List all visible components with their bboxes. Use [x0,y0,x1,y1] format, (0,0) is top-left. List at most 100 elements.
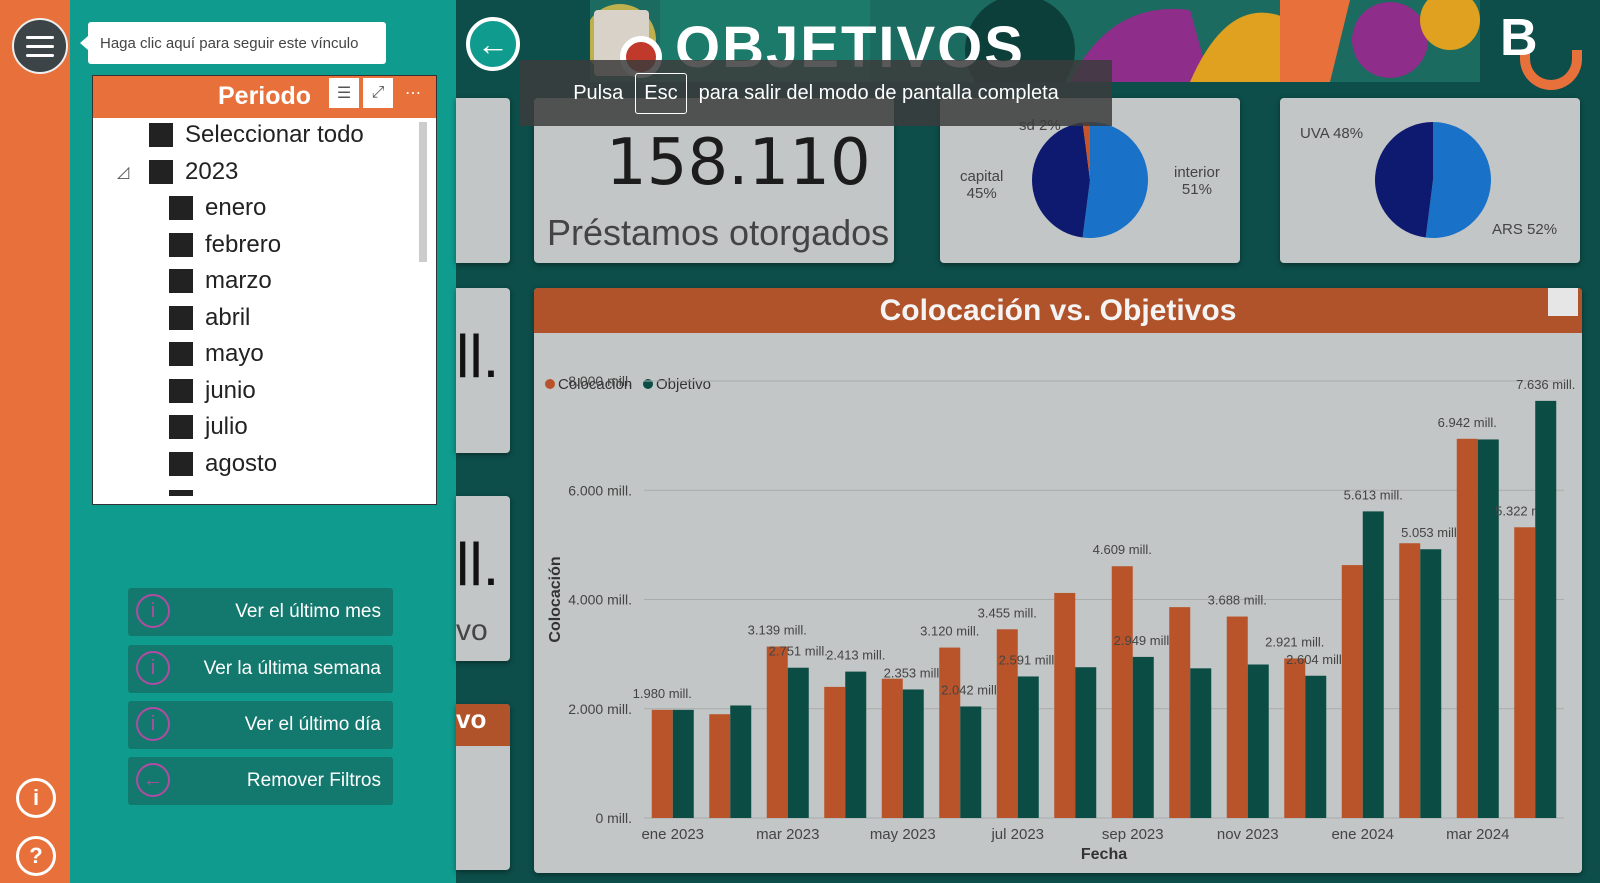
bar-objetivo[interactable] [845,671,867,818]
remove-filters-button[interactable]: ← Remover Filtros [128,757,393,805]
bar-colocacin[interactable] [1111,566,1133,818]
bar-colocacin[interactable] [824,686,846,818]
bar-objetivo[interactable] [787,667,809,818]
bar-objetivo[interactable] [1190,668,1212,818]
bar-objetivo[interactable] [960,706,982,818]
slicer-item-2023[interactable]: 2023 [149,158,238,186]
pie-slice-UVA[interactable] [1374,122,1433,238]
data-label: 2.921 mill. [1265,634,1324,649]
last-week-button[interactable]: i Ver la última semana [128,645,393,693]
hamburger-line [26,53,54,57]
x-tick-label: jul 2023 [990,826,1044,843]
bar-colocacin[interactable] [651,709,673,818]
bar-objetivo[interactable] [1247,664,1269,818]
slicer-item-label: febrero [205,231,282,258]
checkbox[interactable] [169,269,193,293]
filter-icon[interactable]: ☰ [329,78,359,108]
info-icon: i [136,594,170,628]
back-arrow-icon: ← [136,763,170,797]
region-pie-chart [1032,122,1148,238]
partial-card-1 [456,98,510,263]
pie-slice-capital[interactable] [1032,122,1090,238]
partial-card-4: vo [456,704,510,870]
bar-objetivo[interactable] [1017,676,1039,818]
info-icon[interactable]: i [16,778,56,818]
legend-marker [545,379,555,389]
bar-colocacin[interactable] [1399,543,1421,818]
bar-objetivo[interactable] [1420,549,1442,818]
currency-pie-chart [1374,122,1491,238]
bar-colocacin[interactable] [1284,658,1306,818]
slicer-scrollbar[interactable] [419,122,427,262]
data-label: 1.980 mill. [633,686,692,701]
last-day-button[interactable]: i Ver el último día [128,701,393,749]
notice-text-before: Pulsa [573,81,624,104]
checkbox[interactable] [149,123,173,147]
checkbox[interactable] [169,452,193,476]
button-label: Ver la última semana [203,658,381,679]
slicer-item-enero[interactable]: enero [169,194,266,222]
bar-colocacin[interactable] [1054,592,1076,818]
checkbox[interactable] [169,415,193,439]
bar-objetivo[interactable] [1362,511,1384,818]
pie-slice-interior[interactable] [1082,122,1148,238]
pie-label-pct: 45% [966,185,997,202]
bar-colocacin[interactable] [766,646,788,818]
menu-button[interactable] [12,18,68,74]
slicer-item-julio[interactable]: julio [169,413,248,441]
more-options-icon[interactable]: ⋯ [398,78,428,108]
bar-colocacin[interactable] [709,714,731,818]
partial-card-3: ll. vo [456,496,510,661]
data-label: 3.120 mill. [920,624,979,639]
bar-colocacin[interactable] [1169,607,1191,818]
checkbox[interactable] [169,233,193,257]
back-arrow-icon: ← [477,25,509,62]
checkbox[interactable] [169,306,193,330]
data-label: 4.609 mill. [1093,542,1152,557]
x-tick-label: ene 2024 [1331,826,1394,843]
checkbox[interactable] [169,196,193,220]
slicer-item-marzo[interactable]: marzo [169,267,272,295]
data-label: 5.053 mill. [1401,525,1460,540]
bar-colocacin[interactable] [1226,616,1248,818]
pie-label-pct: 51% [1181,181,1212,198]
data-label: 3.139 mill. [748,623,807,638]
bar-objetivo[interactable] [902,689,924,818]
help-icon[interactable]: ? [16,836,56,876]
chart-focus-icon[interactable] [1548,288,1578,316]
slicer-item-abril[interactable]: abril [169,304,250,332]
slicer-item-label: 2023 [185,158,239,185]
pie-label-ars: ARS 52% [1492,221,1558,238]
slicer-item-agosto[interactable]: agosto [169,450,277,478]
x-tick-label: sep 2023 [1102,826,1164,843]
bar-chart: Colocación Objetivo 0 mill. 2.000 mill. 4.00… [545,373,1575,863]
bar-colocacin[interactable] [939,647,961,818]
bar-objetivo[interactable] [1305,675,1327,818]
collapse-icon[interactable]: ◿ [117,162,129,182]
bar-colocacin[interactable] [1341,565,1363,818]
bar-colocacin[interactable] [1514,527,1536,818]
checkbox[interactable] [169,379,193,403]
bar-objetivo[interactable] [1075,667,1097,818]
bar-objetivo[interactable] [672,709,694,818]
bar-objetivo[interactable] [1477,439,1499,818]
chart-title: Colocación vs. Objetivos [879,294,1237,327]
bar-objetivo[interactable] [1535,400,1557,818]
checkbox[interactable] [169,342,193,366]
slicer-item-select-all[interactable]: Seleccionar todo [149,121,364,149]
slicer-item-mayo[interactable]: mayo [169,340,264,368]
slicer-item-junio[interactable]: junio [169,377,256,405]
brand-logo: B [1500,9,1538,67]
bar-colocacin[interactable] [1456,438,1478,818]
pie-slice-ARS[interactable] [1425,122,1491,238]
kpi-value: 158.110 [606,126,871,200]
checkbox[interactable] [149,160,173,184]
slicer-item-febrero[interactable]: febrero [169,231,281,259]
bar-colocacin[interactable] [881,678,903,818]
last-month-button[interactable]: i Ver el último mes [128,588,393,636]
bar-objetivo[interactable] [730,705,752,818]
bar-objetivo[interactable] [1132,656,1154,818]
pie-label-name: capital [960,168,1004,185]
focus-mode-icon[interactable]: ⤢ [363,78,393,108]
back-button[interactable]: ← [466,17,520,71]
